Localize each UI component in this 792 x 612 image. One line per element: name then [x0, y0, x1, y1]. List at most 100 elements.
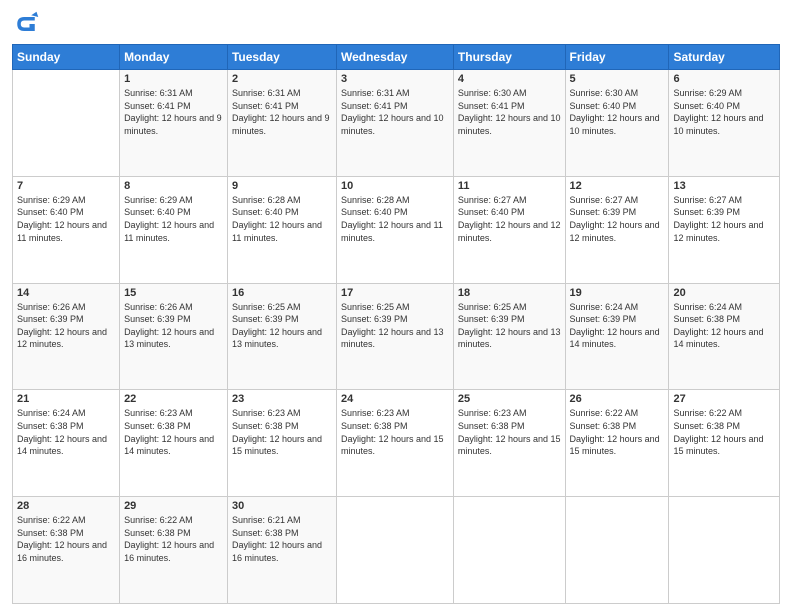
calendar-week-3: 21Sunrise: 6:24 AMSunset: 6:38 PMDayligh… [13, 390, 780, 497]
day-info: Sunrise: 6:26 AMSunset: 6:39 PMDaylight:… [17, 301, 115, 351]
calendar-cell: 21Sunrise: 6:24 AMSunset: 6:38 PMDayligh… [13, 390, 120, 497]
calendar-cell: 19 Sunrise: 6:24 AMSunset: 6:39 PMDayligh… [565, 283, 669, 390]
weekday-header-wednesday: Wednesday [336, 45, 453, 70]
day-number: 15 [124, 287, 223, 299]
day-number: 18 [458, 287, 561, 299]
calendar-cell: 5 Sunrise: 6:30 AMSunset: 6:40 PMDaylight… [565, 70, 669, 177]
calendar-cell: 27Sunrise: 6:22 AMSunset: 6:38 PMDayligh… [669, 390, 780, 497]
calendar-cell: 23 Sunrise: 6:23 AMSunset: 6:38 PMDayligh… [227, 390, 336, 497]
calendar-cell: 17 Sunrise: 6:25 AMSunset: 6:39 PMDayligh… [336, 283, 453, 390]
weekday-header-sunday: Sunday [13, 45, 120, 70]
weekday-header-row: SundayMondayTuesdayWednesdayThursdayFrid… [13, 45, 780, 70]
day-info: Sunrise: 6:29 AMSunset: 6:40 PMDaylight:… [17, 194, 115, 244]
calendar-cell: 25 Sunrise: 6:23 AMSunset: 6:38 PMDayligh… [453, 390, 565, 497]
day-info: Sunrise: 6:25 AMSunset: 6:39 PMDaylight:… [341, 301, 449, 351]
day-number: 13 [673, 180, 775, 192]
calendar-week-2: 14 Sunrise: 6:26 AMSunset: 6:39 PMDayligh… [13, 283, 780, 390]
calendar-cell: 16Sunrise: 6:25 AMSunset: 6:39 PMDayligh… [227, 283, 336, 390]
calendar-cell: 7 Sunrise: 6:29 AMSunset: 6:40 PMDaylight… [13, 176, 120, 283]
calendar-cell: 6 Sunrise: 6:29 AMSunset: 6:40 PMDaylight… [669, 70, 780, 177]
weekday-header-thursday: Thursday [453, 45, 565, 70]
day-number: 12 [570, 180, 665, 192]
calendar-cell: 18 Sunrise: 6:25 AMSunset: 6:39 PMDayligh… [453, 283, 565, 390]
day-info: Sunrise: 6:22 AMSunset: 6:38 PMDaylight:… [17, 514, 115, 564]
calendar-cell [565, 497, 669, 604]
day-number: 3 [341, 73, 449, 85]
day-number: 30 [232, 500, 332, 512]
day-number: 7 [17, 180, 115, 192]
day-number: 14 [17, 287, 115, 299]
day-info: Sunrise: 6:27 AMSunset: 6:39 PMDaylight:… [570, 194, 665, 244]
calendar-cell: 4 Sunrise: 6:30 AMSunset: 6:41 PMDaylight… [453, 70, 565, 177]
day-number: 19 [570, 287, 665, 299]
day-info: Sunrise: 6:30 AMSunset: 6:41 PMDaylight:… [458, 87, 561, 137]
calendar-body: 1 Sunrise: 6:31 AMSunset: 6:41 PMDaylight… [13, 70, 780, 604]
calendar-week-4: 28 Sunrise: 6:22 AMSunset: 6:38 PMDayligh… [13, 497, 780, 604]
day-info: Sunrise: 6:31 AMSunset: 6:41 PMDaylight:… [124, 87, 223, 137]
calendar-cell: 9Sunrise: 6:28 AMSunset: 6:40 PMDaylight… [227, 176, 336, 283]
calendar-week-1: 7 Sunrise: 6:29 AMSunset: 6:40 PMDaylight… [13, 176, 780, 283]
calendar-cell: 11 Sunrise: 6:27 AMSunset: 6:40 PMDayligh… [453, 176, 565, 283]
calendar-table: SundayMondayTuesdayWednesdayThursdayFrid… [12, 44, 780, 604]
calendar-header: SundayMondayTuesdayWednesdayThursdayFrid… [13, 45, 780, 70]
weekday-header-saturday: Saturday [669, 45, 780, 70]
day-info: Sunrise: 6:24 AMSunset: 6:38 PMDaylight:… [673, 301, 775, 351]
day-number: 6 [673, 73, 775, 85]
calendar-cell [336, 497, 453, 604]
day-info: Sunrise: 6:28 AMSunset: 6:40 PMDaylight:… [232, 194, 332, 244]
day-info: Sunrise: 6:22 AMSunset: 6:38 PMDaylight:… [124, 514, 223, 564]
calendar-cell [13, 70, 120, 177]
calendar-cell: 22Sunrise: 6:23 AMSunset: 6:38 PMDayligh… [120, 390, 228, 497]
calendar-cell: 28 Sunrise: 6:22 AMSunset: 6:38 PMDayligh… [13, 497, 120, 604]
day-info: Sunrise: 6:31 AMSunset: 6:41 PMDaylight:… [232, 87, 332, 137]
calendar-cell: 24Sunrise: 6:23 AMSunset: 6:38 PMDayligh… [336, 390, 453, 497]
day-info: Sunrise: 6:23 AMSunset: 6:38 PMDaylight:… [458, 407, 561, 457]
day-info: Sunrise: 6:30 AMSunset: 6:40 PMDaylight:… [570, 87, 665, 137]
day-number: 10 [341, 180, 449, 192]
day-info: Sunrise: 6:29 AMSunset: 6:40 PMDaylight:… [673, 87, 775, 137]
day-info: Sunrise: 6:23 AMSunset: 6:38 PMDaylight:… [232, 407, 332, 457]
day-number: 22 [124, 393, 223, 405]
calendar-cell: 2Sunrise: 6:31 AMSunset: 6:41 PMDaylight… [227, 70, 336, 177]
day-info: Sunrise: 6:24 AMSunset: 6:38 PMDaylight:… [17, 407, 115, 457]
logo [12, 10, 44, 38]
day-info: Sunrise: 6:21 AMSunset: 6:38 PMDaylight:… [232, 514, 332, 564]
calendar-cell [669, 497, 780, 604]
day-number: 26 [570, 393, 665, 405]
logo-icon [12, 10, 40, 38]
day-number: 27 [673, 393, 775, 405]
calendar-week-0: 1 Sunrise: 6:31 AMSunset: 6:41 PMDaylight… [13, 70, 780, 177]
day-info: Sunrise: 6:23 AMSunset: 6:38 PMDaylight:… [341, 407, 449, 457]
calendar-cell: 26 Sunrise: 6:22 AMSunset: 6:38 PMDayligh… [565, 390, 669, 497]
day-info: Sunrise: 6:24 AMSunset: 6:39 PMDaylight:… [570, 301, 665, 351]
day-number: 1 [124, 73, 223, 85]
calendar-cell [453, 497, 565, 604]
header [12, 10, 780, 38]
page-container: SundayMondayTuesdayWednesdayThursdayFrid… [0, 0, 792, 612]
calendar-cell: 12 Sunrise: 6:27 AMSunset: 6:39 PMDayligh… [565, 176, 669, 283]
calendar-cell: 29 Sunrise: 6:22 AMSunset: 6:38 PMDayligh… [120, 497, 228, 604]
day-info: Sunrise: 6:31 AMSunset: 6:41 PMDaylight:… [341, 87, 449, 137]
day-number: 23 [232, 393, 332, 405]
day-number: 11 [458, 180, 561, 192]
day-number: 28 [17, 500, 115, 512]
day-info: Sunrise: 6:25 AMSunset: 6:39 PMDaylight:… [458, 301, 561, 351]
day-number: 8 [124, 180, 223, 192]
day-info: Sunrise: 6:28 AMSunset: 6:40 PMDaylight:… [341, 194, 449, 244]
calendar-cell: 15 Sunrise: 6:26 AMSunset: 6:39 PMDayligh… [120, 283, 228, 390]
calendar-cell: 13 Sunrise: 6:27 AMSunset: 6:39 PMDayligh… [669, 176, 780, 283]
day-number: 4 [458, 73, 561, 85]
day-number: 17 [341, 287, 449, 299]
day-number: 29 [124, 500, 223, 512]
day-info: Sunrise: 6:27 AMSunset: 6:39 PMDaylight:… [673, 194, 775, 244]
day-info: Sunrise: 6:22 AMSunset: 6:38 PMDaylight:… [570, 407, 665, 457]
day-number: 5 [570, 73, 665, 85]
calendar-cell: 1 Sunrise: 6:31 AMSunset: 6:41 PMDaylight… [120, 70, 228, 177]
day-number: 20 [673, 287, 775, 299]
day-info: Sunrise: 6:27 AMSunset: 6:40 PMDaylight:… [458, 194, 561, 244]
day-info: Sunrise: 6:25 AMSunset: 6:39 PMDaylight:… [232, 301, 332, 351]
day-info: Sunrise: 6:26 AMSunset: 6:39 PMDaylight:… [124, 301, 223, 351]
weekday-header-tuesday: Tuesday [227, 45, 336, 70]
calendar-cell: 10 Sunrise: 6:28 AMSunset: 6:40 PMDayligh… [336, 176, 453, 283]
day-number: 25 [458, 393, 561, 405]
